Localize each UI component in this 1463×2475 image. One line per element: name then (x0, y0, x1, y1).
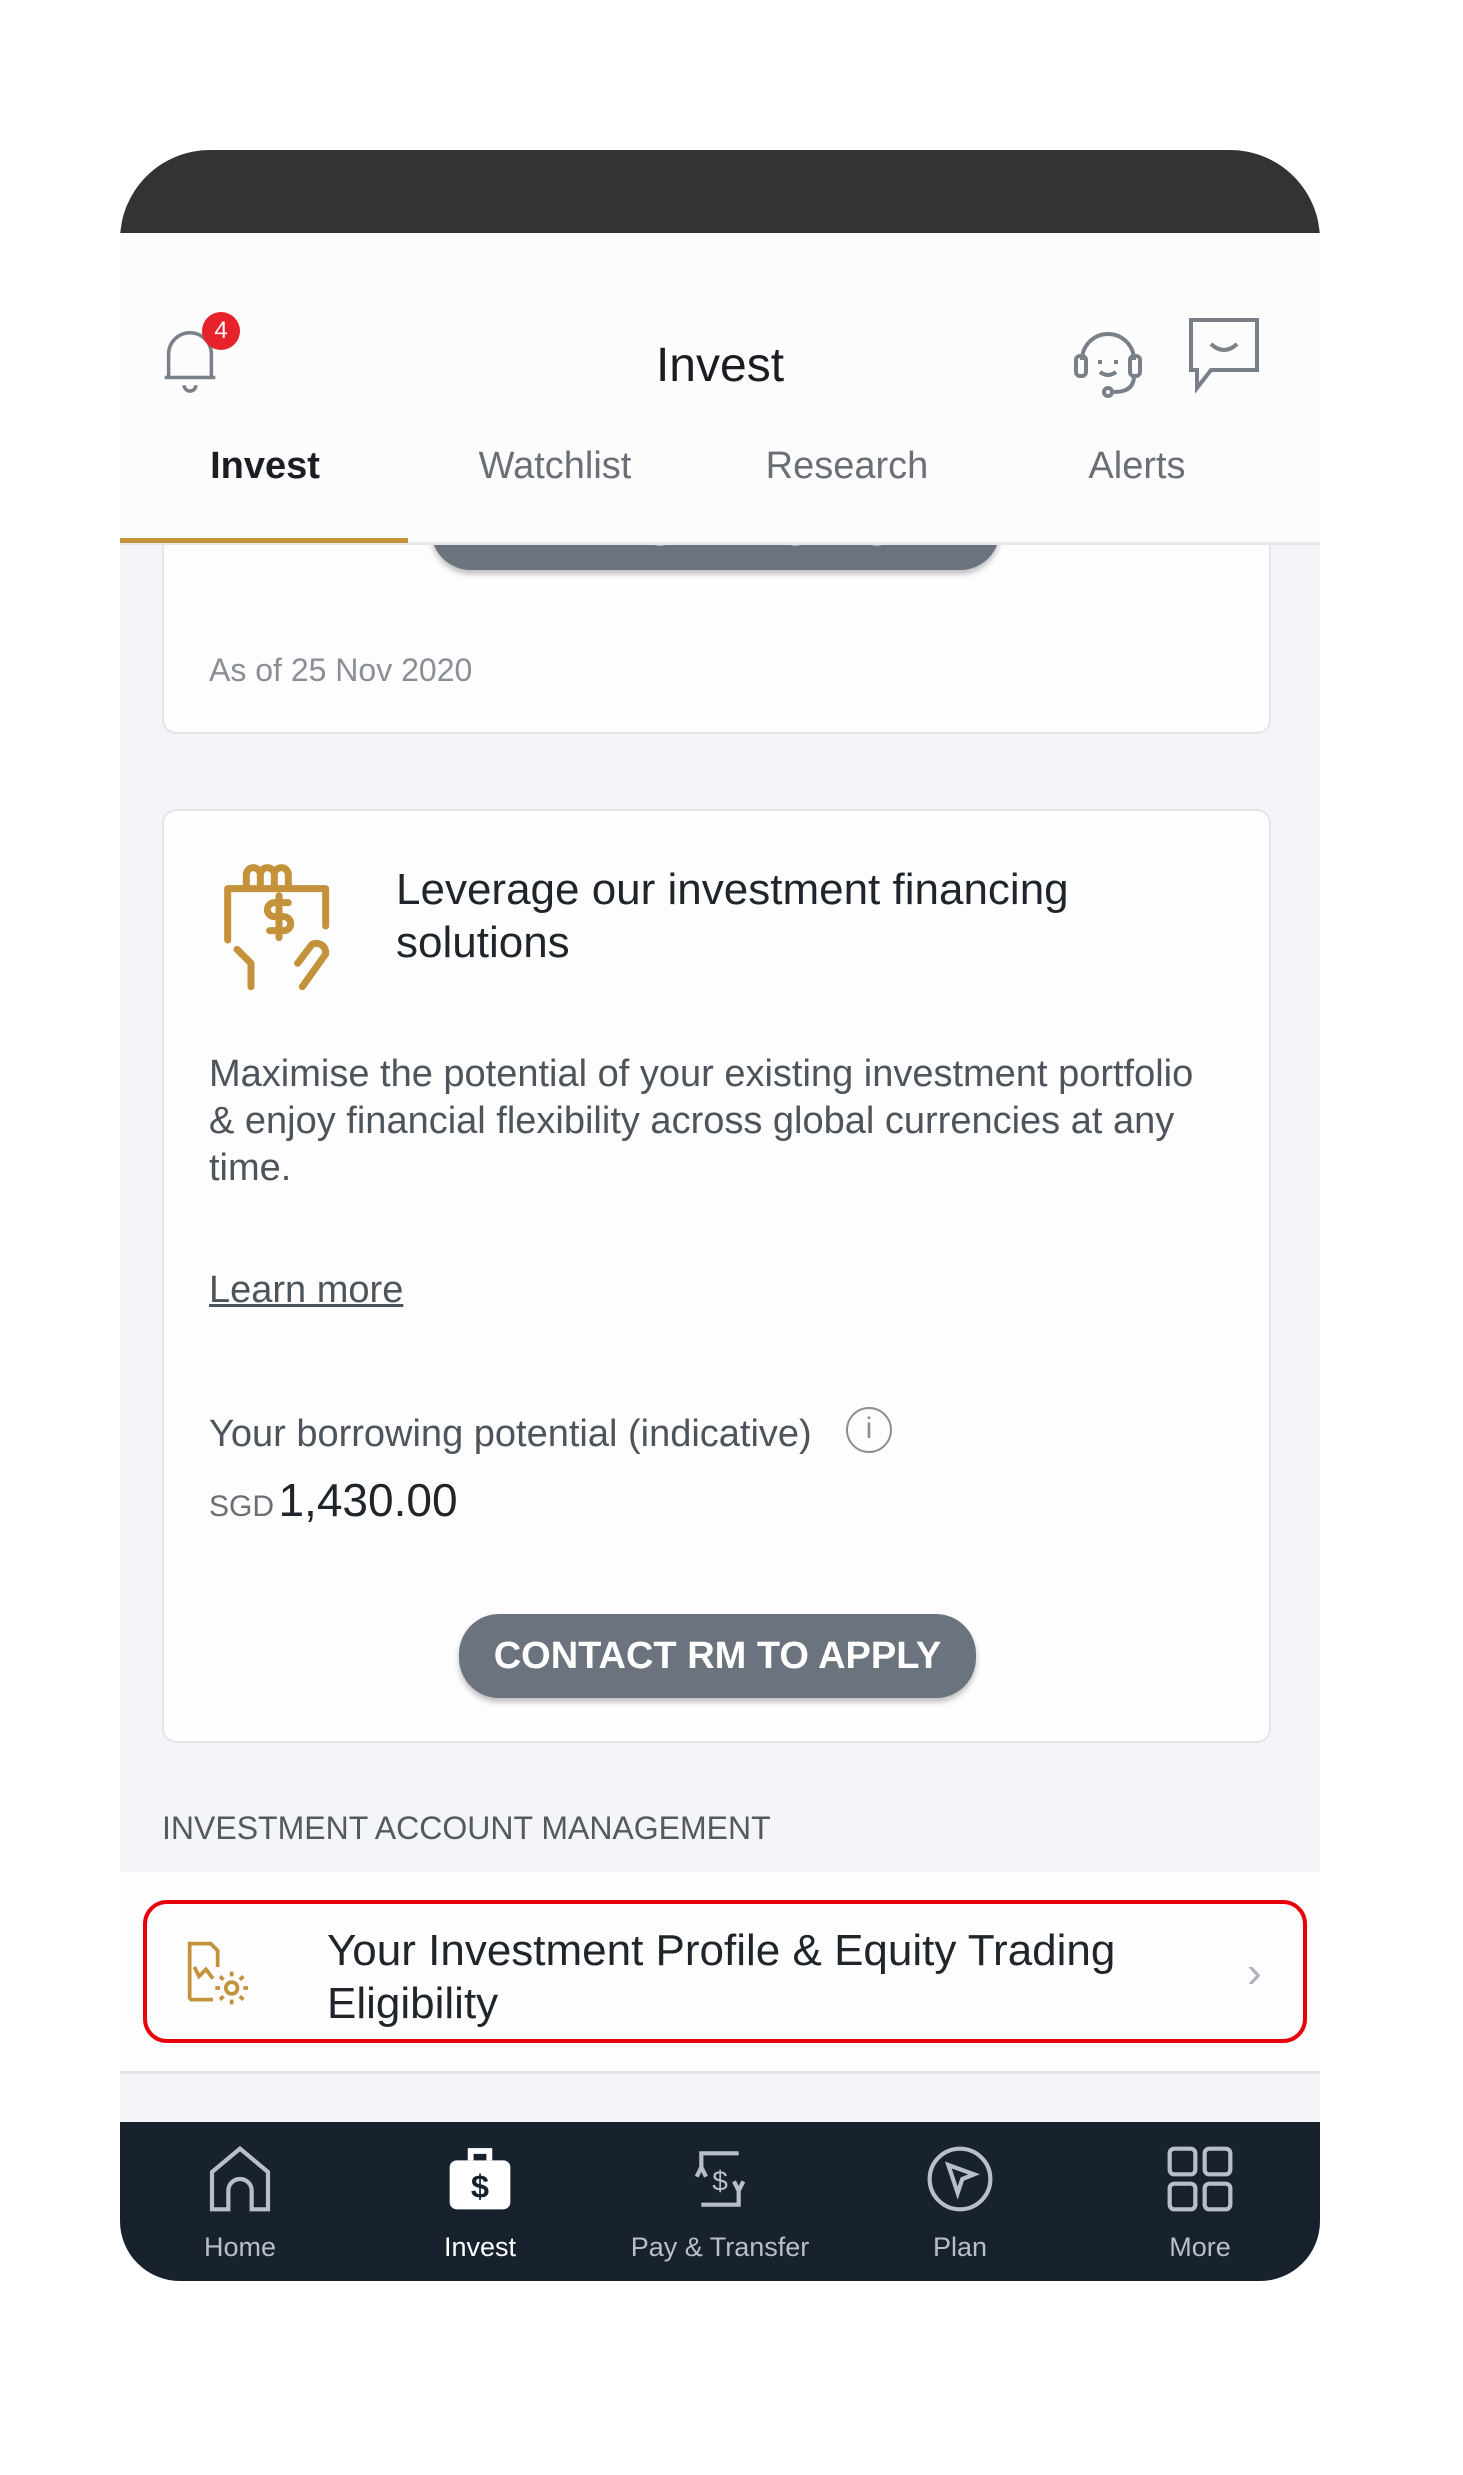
borrowing-label: Your borrowing potential (indicative) (209, 1413, 812, 1455)
account-management-list: Your Investment Profile & Equity Trading… (120, 1872, 1320, 2074)
grid-icon (1167, 2146, 1233, 2212)
profile-settings-icon (187, 1941, 248, 2005)
borrowing-amount: SGD 1,430.00 (209, 1473, 458, 1527)
tab-watchlist[interactable]: Watchlist (410, 445, 700, 488)
nav-label: More (1169, 2232, 1231, 2262)
cash-hand-icon (224, 864, 330, 991)
nav-home[interactable]: Home (120, 2122, 360, 2281)
tab-research[interactable]: Research (702, 445, 992, 488)
nav-plan[interactable]: Plan (840, 2122, 1080, 2281)
as-of-date: As of 25 Nov 2020 (209, 652, 473, 688)
compass-icon (927, 2146, 993, 2212)
financing-title: Leverage our investment financing soluti… (396, 865, 1069, 967)
chevron-right-icon: › (1247, 1948, 1262, 1997)
status-bar (120, 150, 1320, 233)
svg-text:$: $ (712, 2166, 728, 2197)
contact-rm-button[interactable]: CONTACT RM TO APPLY (459, 1614, 976, 1698)
briefcase-dollar-icon: $ (449, 2148, 511, 2210)
support-headset-icon[interactable] (1072, 316, 1144, 398)
nav-more[interactable]: More (1080, 2122, 1320, 2281)
currency-label: SGD (209, 1490, 275, 1523)
amount-value: 1,430.00 (278, 1474, 458, 1526)
list-item-investment-profile[interactable]: Your Investment Profile & Equity Trading… (143, 1900, 1307, 2043)
nav-pay-transfer[interactable]: $ Pay & Transfer (600, 2122, 840, 2281)
tab-alerts[interactable]: Alerts (992, 445, 1282, 488)
nav-label: Pay & Transfer (630, 2232, 810, 2262)
transfer-icon: $ (694, 2151, 746, 2207)
learn-more-link[interactable]: Learn more (209, 1269, 403, 1312)
nav-label: Home (203, 2232, 277, 2262)
phone-screen: TRANSFER FUNDS As of 25 Nov 2020 Leverag… (120, 150, 1320, 2281)
nav-label: Invest (443, 2232, 517, 2262)
tab-invest[interactable]: Invest (120, 445, 410, 488)
chat-icon[interactable] (1187, 316, 1261, 394)
info-icon[interactable]: i (846, 1407, 892, 1453)
svg-text:$: $ (471, 2168, 489, 2205)
app-header: 4 Invest (120, 233, 1320, 545)
financing-description: Maximise the potential of your existing … (209, 1053, 1194, 1189)
bottom-nav: Home $ Invest $ Pay & Transfer Plan More (120, 2122, 1320, 2281)
nav-invest[interactable]: $ Invest (360, 2122, 600, 2281)
section-label: INVESTMENT ACCOUNT MANAGEMENT (162, 1810, 771, 1846)
financing-card: Leverage our investment financing soluti… (162, 809, 1271, 1743)
home-icon (209, 2145, 271, 2212)
nav-label: Plan (932, 2232, 988, 2262)
active-tab-indicator (120, 538, 408, 543)
list-item-label: Your Investment Profile & Equity Trading… (327, 1926, 1116, 2028)
